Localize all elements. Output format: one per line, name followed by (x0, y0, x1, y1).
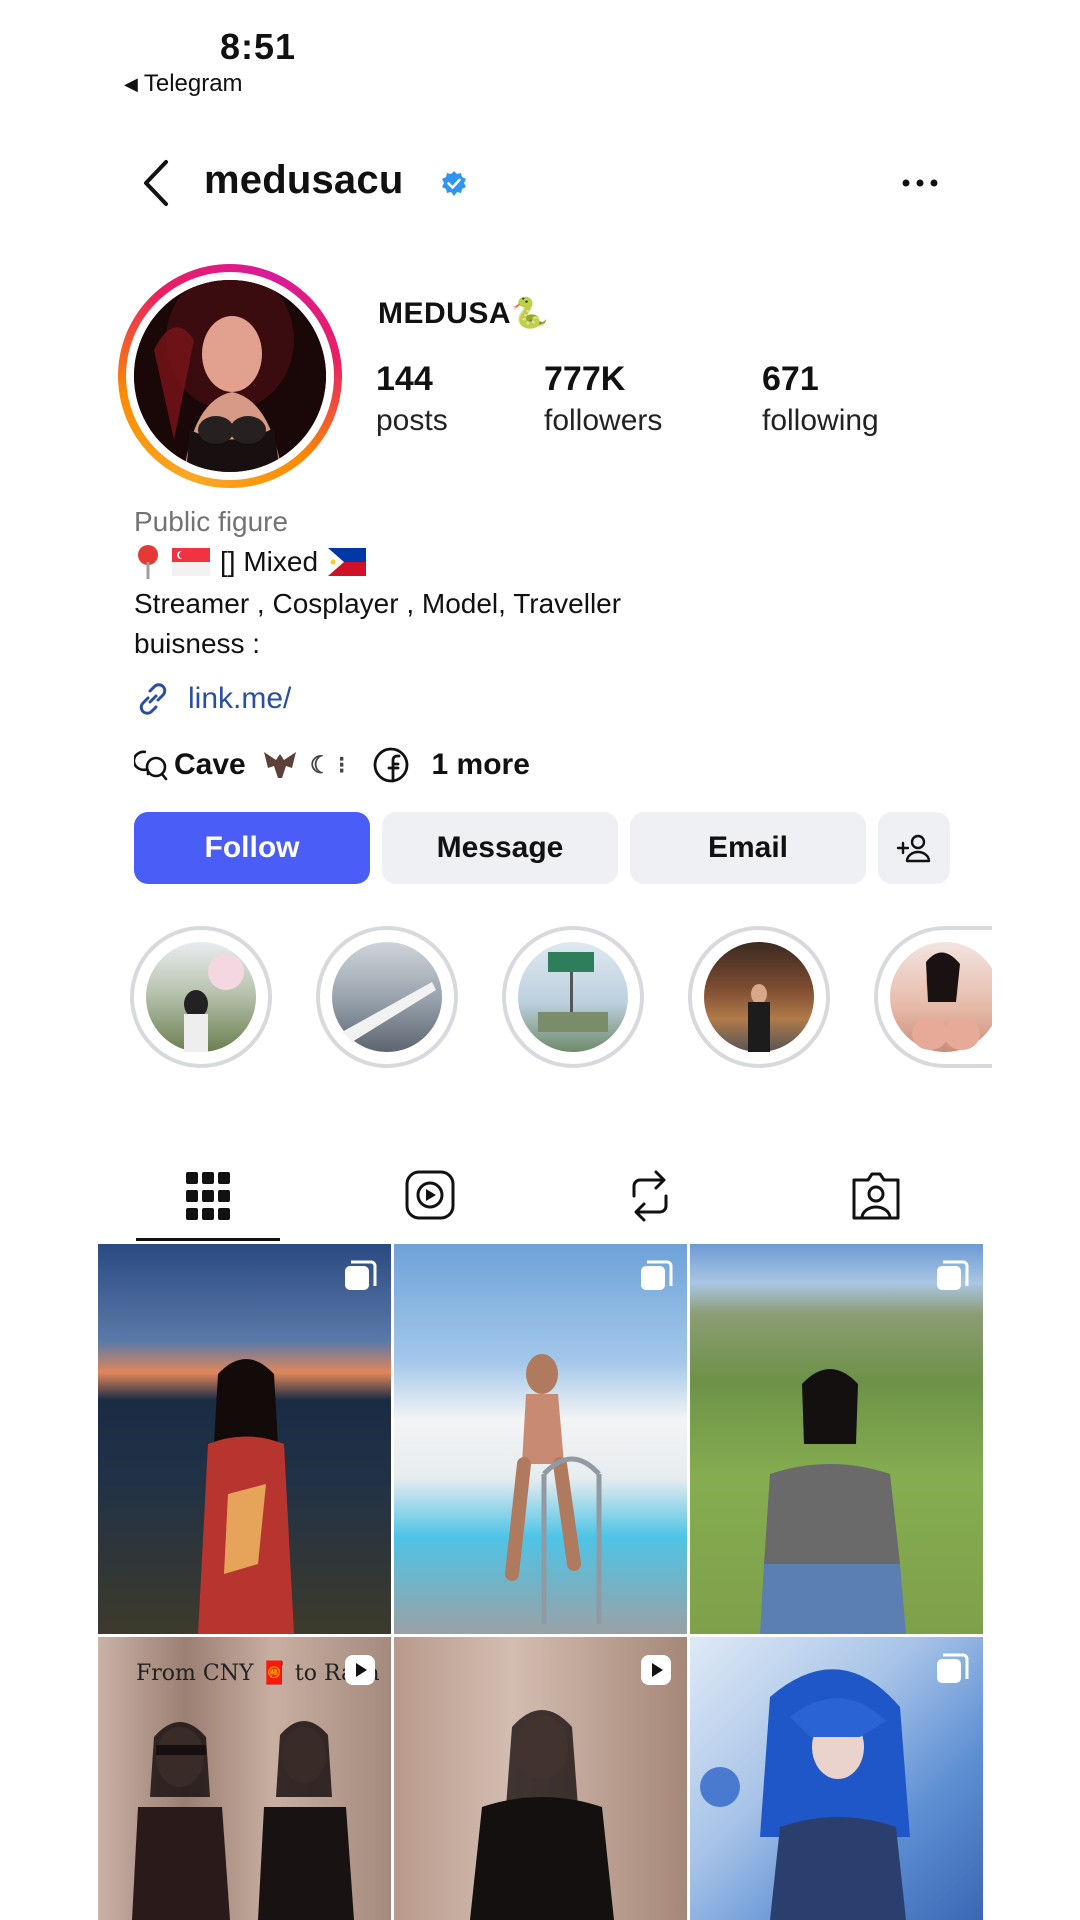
story-highlight-2[interactable] (316, 926, 458, 1068)
verified-badge-icon (442, 171, 466, 196)
bio-line-2: Streamer , Cosplayer , Model, Traveller (134, 588, 622, 619)
highlight-photo (704, 942, 814, 1052)
reels-tab-icon[interactable] (400, 1168, 460, 1224)
link-icon (139, 683, 167, 715)
threads-chat-icon (134, 750, 168, 781)
back-app-label: Telegram (143, 70, 243, 97)
moon-glyph: ☾ ⁝ (309, 751, 346, 779)
post-thumbnail-5[interactable] (394, 1637, 687, 1920)
grid-tab-icon[interactable] (178, 1168, 238, 1224)
add-friend-button[interactable] (878, 812, 950, 884)
back-arrow-icon[interactable] (140, 158, 176, 208)
reposts-tab-icon[interactable] (620, 1168, 680, 1224)
post-image (198, 1359, 294, 1634)
posts-grid: From CNY 🧧 to Raya (98, 1244, 983, 1920)
post-thumbnail-4[interactable]: From CNY 🧧 to Raya (98, 1637, 391, 1920)
posts-count[interactable]: 144 (376, 360, 433, 399)
carousel-icon (937, 1260, 969, 1290)
post-thumbnail-1[interactable] (98, 1244, 391, 1634)
singapore-flag-icon (172, 548, 210, 576)
carousel-icon (641, 1260, 673, 1290)
message-button[interactable]: Message (382, 812, 618, 884)
status-time: 8:51 (220, 26, 297, 67)
facebook-icon (373, 747, 408, 783)
follow-button[interactable]: Follow (134, 812, 370, 884)
post-thumbnail-2[interactable] (394, 1244, 687, 1634)
following-count[interactable]: 671 (762, 360, 819, 399)
posts-label[interactable]: posts (376, 404, 448, 438)
bio-line-3: buisness : (134, 628, 261, 659)
followers-count[interactable]: 777K (544, 360, 625, 399)
bio-mixed-text: [] Mixed (220, 546, 319, 577)
post-thumbnail-6[interactable] (690, 1637, 983, 1920)
carousel-icon (937, 1653, 969, 1683)
back-triangle-icon: ◀ (124, 73, 138, 94)
bat-icon (263, 752, 296, 778)
story-highlight-4[interactable] (688, 926, 830, 1068)
add-person-icon (896, 834, 931, 863)
linked-accounts-row[interactable]: Cave ☾ ⁝ 1 more (134, 746, 530, 784)
post-image (760, 1369, 906, 1634)
story-highlight-3[interactable] (502, 926, 644, 1068)
reel-icon (345, 1655, 375, 1685)
post-thumbnail-3[interactable] (690, 1244, 983, 1634)
email-button[interactable]: Email (630, 812, 866, 884)
avatar-photo (134, 280, 326, 472)
followers-label[interactable]: followers (544, 404, 662, 438)
highlight-photo (890, 942, 992, 1052)
bio-line-1: [] Mixed (134, 544, 367, 580)
more-options-icon[interactable] (900, 165, 940, 201)
reel-icon (641, 1655, 671, 1685)
following-label[interactable]: following (762, 404, 879, 438)
highlight-photo (146, 942, 256, 1052)
profile-category: Public figure (134, 506, 289, 537)
more-links-label[interactable]: 1 more (432, 748, 530, 782)
philippines-flag-icon (328, 548, 367, 576)
carousel-icon (345, 1260, 377, 1290)
back-to-app-link[interactable]: ◀ Telegram (124, 70, 243, 98)
profile-username: medusacu (204, 158, 404, 202)
story-highlight-5[interactable] (874, 926, 992, 1068)
linked-account-label[interactable]: Cave (174, 748, 246, 782)
profile-avatar[interactable] (134, 280, 326, 472)
tagged-tab-icon[interactable] (846, 1168, 906, 1224)
post-image (505, 1354, 602, 1624)
link-text[interactable]: link.me/ (188, 682, 291, 716)
active-tab-underline (136, 1238, 280, 1241)
story-highlight-1[interactable] (130, 926, 272, 1068)
pin-icon (138, 545, 158, 579)
display-name: MEDUSA🐍 (378, 297, 549, 330)
highlight-photo (332, 942, 442, 1052)
profile-link[interactable]: link.me/ (134, 680, 291, 718)
highlight-photo (518, 942, 628, 1052)
